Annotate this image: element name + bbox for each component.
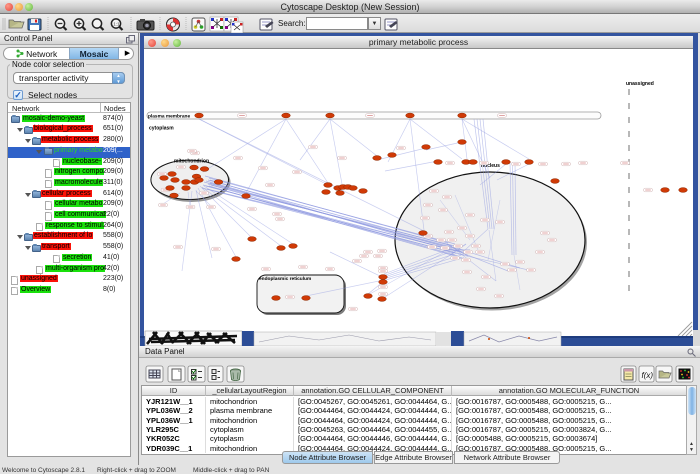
svg-text:cytoplasm: cytoplasm [149, 126, 174, 132]
svg-text:unassigned: unassigned [626, 81, 654, 87]
svg-text:1:1: 1:1 [113, 21, 120, 26]
svg-text:f(x): f(x) [642, 371, 654, 380]
svg-text:endoplasmic reticulum: endoplasmic reticulum [259, 276, 311, 282]
svg-text:mitochondrion: mitochondrion [174, 159, 209, 165]
svg-text:plasma membrane: plasma membrane [148, 114, 190, 120]
